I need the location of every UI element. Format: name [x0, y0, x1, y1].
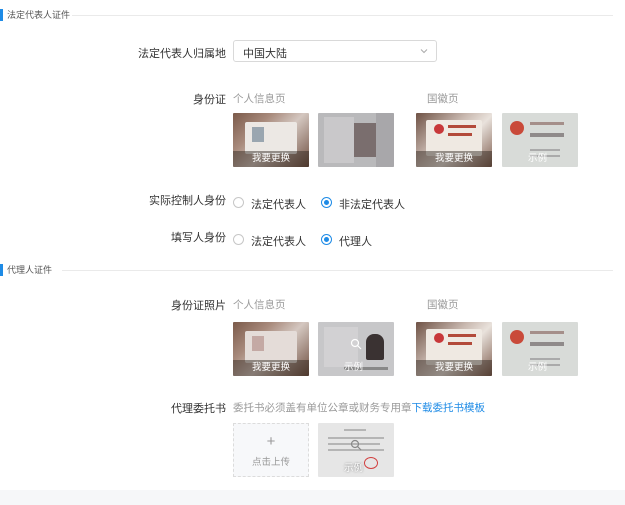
blur-block [376, 113, 394, 167]
id-card-label: 身份证 [193, 94, 226, 106]
id-front-title: 个人信息页 [233, 93, 286, 105]
radio-filler-agent[interactable] [321, 234, 332, 245]
agent-id-back-sample[interactable]: 示例 [502, 322, 578, 376]
agent-id-front-photo[interactable]: 我要更换 [233, 322, 309, 376]
form-panel: 法定代表人证件 法定代表人归属地 中国大陆 身份证 个人信息页 国徽页 我要更换… [0, 0, 625, 505]
section-divider [72, 15, 613, 16]
region-label: 法定代表人归属地 [138, 48, 226, 60]
section-title: 代理人证件 [7, 265, 53, 275]
text-line [448, 133, 472, 136]
radio-legal-rep[interactable] [233, 197, 244, 208]
sample-label: 示例 [344, 463, 364, 474]
section-header-legal: 法定代表人证件 [0, 8, 625, 22]
radio-non-legal-rep[interactable] [321, 197, 332, 208]
text-line [530, 133, 564, 137]
portrait-shape [252, 127, 264, 142]
legal-id-front-photo[interactable]: 我要更换 [233, 113, 309, 167]
text-line [448, 334, 476, 337]
plus-icon: + [266, 433, 276, 450]
emblem-icon [510, 330, 524, 344]
legal-id-front-sample[interactable] [318, 113, 394, 167]
agent-id-back-photo[interactable]: 我要更换 [416, 322, 492, 376]
radio-legal-rep-label[interactable]: 法定代表人 [251, 196, 306, 212]
zoom-icon [350, 338, 362, 350]
id-back-title: 国徽页 [427, 93, 459, 105]
authorization-sample[interactable]: 示例 [318, 423, 394, 477]
blur-block [324, 117, 354, 163]
emblem-icon [434, 124, 444, 134]
zoom-icon [350, 439, 362, 451]
download-template-link[interactable]: 下载委托书模板 [412, 402, 486, 414]
controller-label: 实际控制人身份 [149, 195, 226, 207]
section-header-agent: 代理人证件 [0, 263, 625, 277]
upload-button[interactable]: + 点击上传 [233, 423, 309, 477]
stamp-icon [364, 457, 378, 469]
legal-id-back-photo[interactable]: 我要更换 [416, 113, 492, 167]
section-divider [62, 270, 613, 271]
change-photo-button[interactable]: 我要更换 [233, 151, 309, 167]
agent-id-label: 身份证照片 [171, 300, 226, 312]
radio-non-legal-rep-label[interactable]: 非法定代表人 [339, 196, 405, 212]
radio-filler-agent-label[interactable]: 代理人 [339, 233, 372, 249]
page-footer-strip [0, 490, 625, 505]
text-line [530, 342, 564, 346]
region-select[interactable]: 中国大陆 [233, 40, 437, 62]
filler-label: 填写人身份 [171, 232, 226, 244]
emblem-icon [434, 333, 444, 343]
portrait-shape [252, 336, 264, 351]
text-line [530, 331, 564, 334]
sample-label: 示例 [528, 362, 548, 373]
legal-id-back-sample[interactable]: 示例 [502, 113, 578, 167]
radio-filler-legal-rep-label[interactable]: 法定代表人 [251, 233, 306, 249]
agent-id-front-title: 个人信息页 [233, 299, 286, 311]
authorization-label: 代理委托书 [171, 403, 226, 415]
change-photo-button[interactable]: 我要更换 [416, 151, 492, 167]
agent-id-back-title: 国徽页 [427, 299, 459, 311]
section-accent-bar [0, 264, 3, 276]
emblem-icon [510, 121, 524, 135]
agent-id-front-sample[interactable]: 示例 [318, 322, 394, 376]
chevron-down-icon [420, 49, 428, 54]
text-line [448, 125, 476, 128]
change-photo-button[interactable]: 我要更换 [416, 360, 492, 376]
portrait-shape [366, 334, 384, 360]
sample-label: 示例 [344, 362, 364, 373]
sample-label: 示例 [528, 153, 548, 164]
section-title: 法定代表人证件 [7, 10, 71, 20]
section-accent-bar [0, 9, 3, 21]
radio-filler-legal-rep[interactable] [233, 234, 244, 245]
text-line [530, 122, 564, 125]
upload-label: 点击上传 [251, 457, 290, 468]
text-line [448, 342, 472, 345]
authorization-hint-text: 委托书必须盖有单位公章或财务专用章 [233, 402, 412, 414]
authorization-hint: 委托书必须盖有单位公章或财务专用章下载委托书模板 [233, 400, 485, 415]
blur-block [354, 123, 376, 157]
change-photo-button[interactable]: 我要更换 [233, 360, 309, 376]
region-select-value: 中国大陆 [243, 48, 287, 60]
text-line [344, 429, 366, 431]
